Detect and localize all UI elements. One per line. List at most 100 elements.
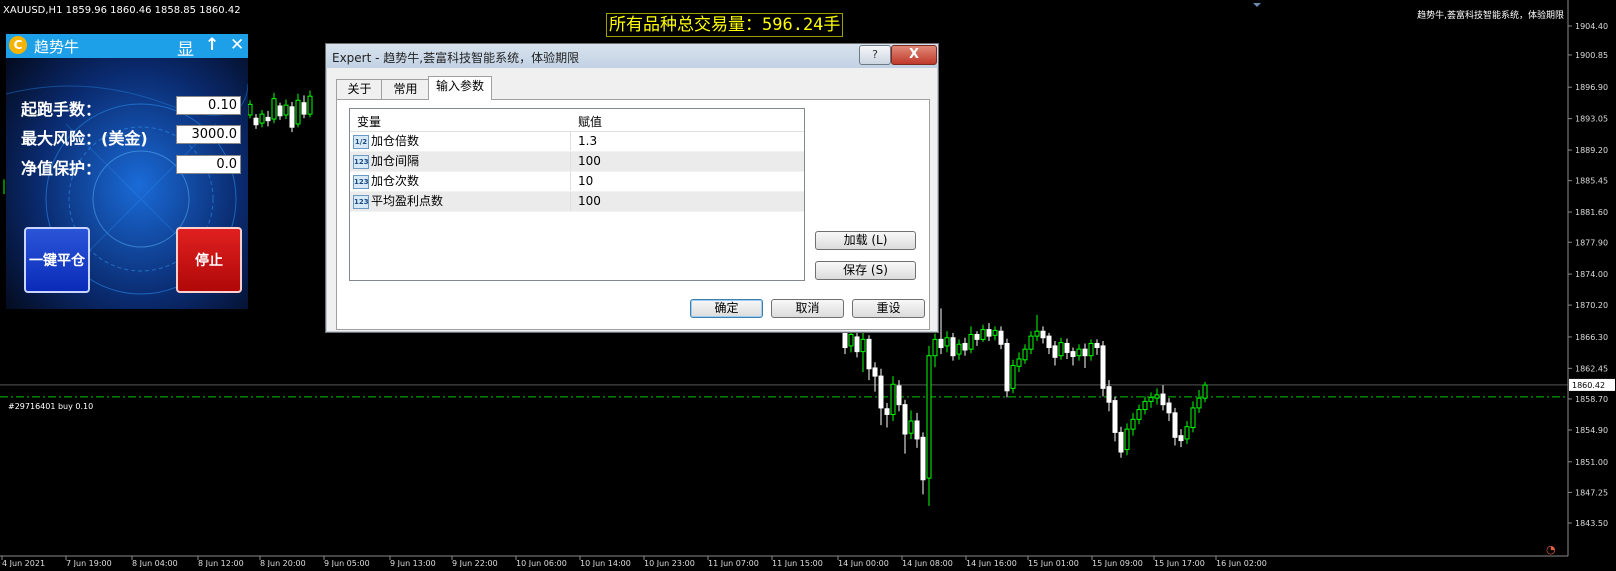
candle-body: [1040, 330, 1046, 339]
candle-body: [1166, 402, 1172, 414]
candle-body: [872, 367, 878, 377]
candle-body: [920, 436, 926, 481]
candle-body: [1070, 351, 1076, 358]
equity-protect-input[interactable]: 0.0: [176, 155, 241, 174]
candle-body: [1022, 348, 1028, 361]
time-label: 10 Jun 06:00: [516, 559, 567, 567]
time-label: 14 Jun 08:00: [902, 559, 953, 567]
time-label: 10 Jun 14:00: [580, 559, 631, 567]
panel-title: 趋势牛: [34, 38, 80, 56]
current-price-label: 1860.42: [1572, 381, 1605, 390]
expert-properties-dialog: Expert - 趋势牛,荟富科技智能系统，体验期限 ? X 关于 常用 输入参…: [325, 43, 939, 333]
max-risk-label: 最大风险：(美金): [21, 129, 148, 148]
dialog-titlebar[interactable]: Expert - 趋势牛,荟富科技智能系统，体验期限 ? X: [326, 44, 938, 68]
candle-body: [1028, 335, 1034, 350]
candle-body: [1196, 397, 1202, 409]
candle-body: [1160, 393, 1166, 406]
table-header: 变量 赋值: [350, 109, 804, 132]
time-label: 9 Jun 22:00: [452, 559, 498, 567]
candle-body: [1046, 335, 1052, 349]
candle-body: [1154, 394, 1160, 399]
watermark-icon: ◔: [1546, 543, 1556, 556]
time-label: 16 Jun 02:00: [1216, 559, 1267, 567]
candle-body: [1106, 386, 1112, 403]
header-variable[interactable]: 变量: [357, 113, 381, 130]
candle-body: [307, 95, 313, 115]
table-row[interactable]: 123 平均盈利点数 100: [350, 192, 804, 212]
param-value[interactable]: 100: [578, 152, 601, 171]
candle-body: [1004, 342, 1010, 392]
start-lots-input[interactable]: 0.10: [176, 96, 241, 115]
help-button[interactable]: ?: [859, 45, 891, 65]
candle-body: [956, 343, 962, 355]
price-label: 1900.85: [1575, 51, 1608, 60]
load-button[interactable]: 加载 (L): [815, 231, 916, 250]
table-row[interactable]: 1/2 加仓倍数 1.3: [350, 132, 804, 152]
integer-type-icon: 123: [353, 175, 369, 189]
header-value[interactable]: 赋值: [578, 113, 602, 130]
ok-button[interactable]: 确定: [690, 299, 763, 318]
param-value[interactable]: 1.3: [578, 132, 597, 151]
price-label: 1893.05: [1575, 115, 1608, 124]
table-row[interactable]: 123 加仓间隔 100: [350, 152, 804, 172]
tab-about[interactable]: 关于: [336, 79, 383, 99]
panel-titlebar[interactable]: C 趋势牛 显 ↑ ✕: [6, 34, 248, 60]
total-volume-banner: 所有品种总交易量：596.24手: [606, 13, 844, 37]
candle-body: [854, 336, 860, 353]
candle-body: [1136, 409, 1142, 420]
param-value[interactable]: 10: [578, 172, 593, 191]
price-label: 1843.50: [1575, 519, 1608, 528]
show-toggle-button[interactable]: 显: [177, 35, 194, 60]
price-label: 1847.25: [1575, 488, 1608, 497]
candle-body: [1052, 345, 1058, 358]
candle-body: [1058, 342, 1064, 357]
param-value[interactable]: 100: [578, 192, 601, 211]
arrow-up-icon[interactable]: ↑: [205, 35, 219, 55]
price-label: 1877.90: [1575, 238, 1608, 247]
table-row[interactable]: 123 加仓次数 10: [350, 172, 804, 192]
candle-body: [968, 333, 974, 350]
stop-button[interactable]: 停止: [176, 227, 242, 293]
dialog-title: Expert - 趋势牛,荟富科技智能系统，体验期限: [332, 51, 580, 65]
app-logo-icon: C: [9, 36, 27, 54]
candle-body: [1184, 426, 1190, 440]
price-label: 1896.90: [1575, 83, 1608, 92]
candle-body: [962, 342, 968, 351]
candle-body: [1172, 412, 1178, 438]
price-label: 1885.45: [1575, 177, 1608, 186]
candle-body: [986, 329, 992, 337]
candle-body: [295, 99, 301, 125]
candle-body: [938, 338, 944, 349]
time-label: 14 Jun 00:00: [838, 559, 889, 567]
candle-body: [914, 420, 920, 440]
dialog-close-button[interactable]: X: [891, 45, 937, 65]
close-icon[interactable]: ✕: [230, 35, 244, 55]
param-name: 加仓倍数: [371, 134, 420, 148]
time-label: 9 Jun 05:00: [324, 559, 370, 567]
cancel-button[interactable]: 取消: [771, 299, 844, 318]
integer-type-icon: 123: [353, 155, 369, 169]
time-label: 15 Jun 01:00: [1028, 559, 1079, 567]
candle-body: [271, 98, 277, 120]
price-label: 1904.40: [1575, 22, 1608, 31]
candle-body: [998, 330, 1004, 345]
time-label: 7 Jun 19:00: [66, 559, 112, 567]
tab-inputs[interactable]: 输入参数: [428, 76, 492, 100]
candle-body: [1088, 342, 1094, 357]
time-label: 8 Jun 04:00: [132, 559, 178, 567]
reset-button[interactable]: 重设: [852, 299, 925, 318]
candle-body: [944, 337, 950, 347]
max-risk-input[interactable]: 3000.0: [176, 125, 241, 144]
price-label: 1889.20: [1575, 146, 1608, 155]
candle-body: [301, 102, 307, 115]
close-all-button[interactable]: 一键平仓: [24, 227, 90, 293]
candle-body: [1118, 431, 1124, 453]
parameters-table[interactable]: 变量 赋值 1/2 加仓倍数 1.3 123 加仓间隔 100 123 加仓次数…: [349, 108, 805, 281]
candle-body: [1010, 364, 1016, 389]
time-label: 14 Jun 16:00: [966, 559, 1017, 567]
candle-body: [1094, 342, 1100, 349]
tab-common[interactable]: 常用: [381, 79, 430, 99]
candle-body: [1202, 384, 1208, 399]
candle-body: [974, 333, 980, 340]
save-button[interactable]: 保存 (S): [815, 261, 916, 280]
